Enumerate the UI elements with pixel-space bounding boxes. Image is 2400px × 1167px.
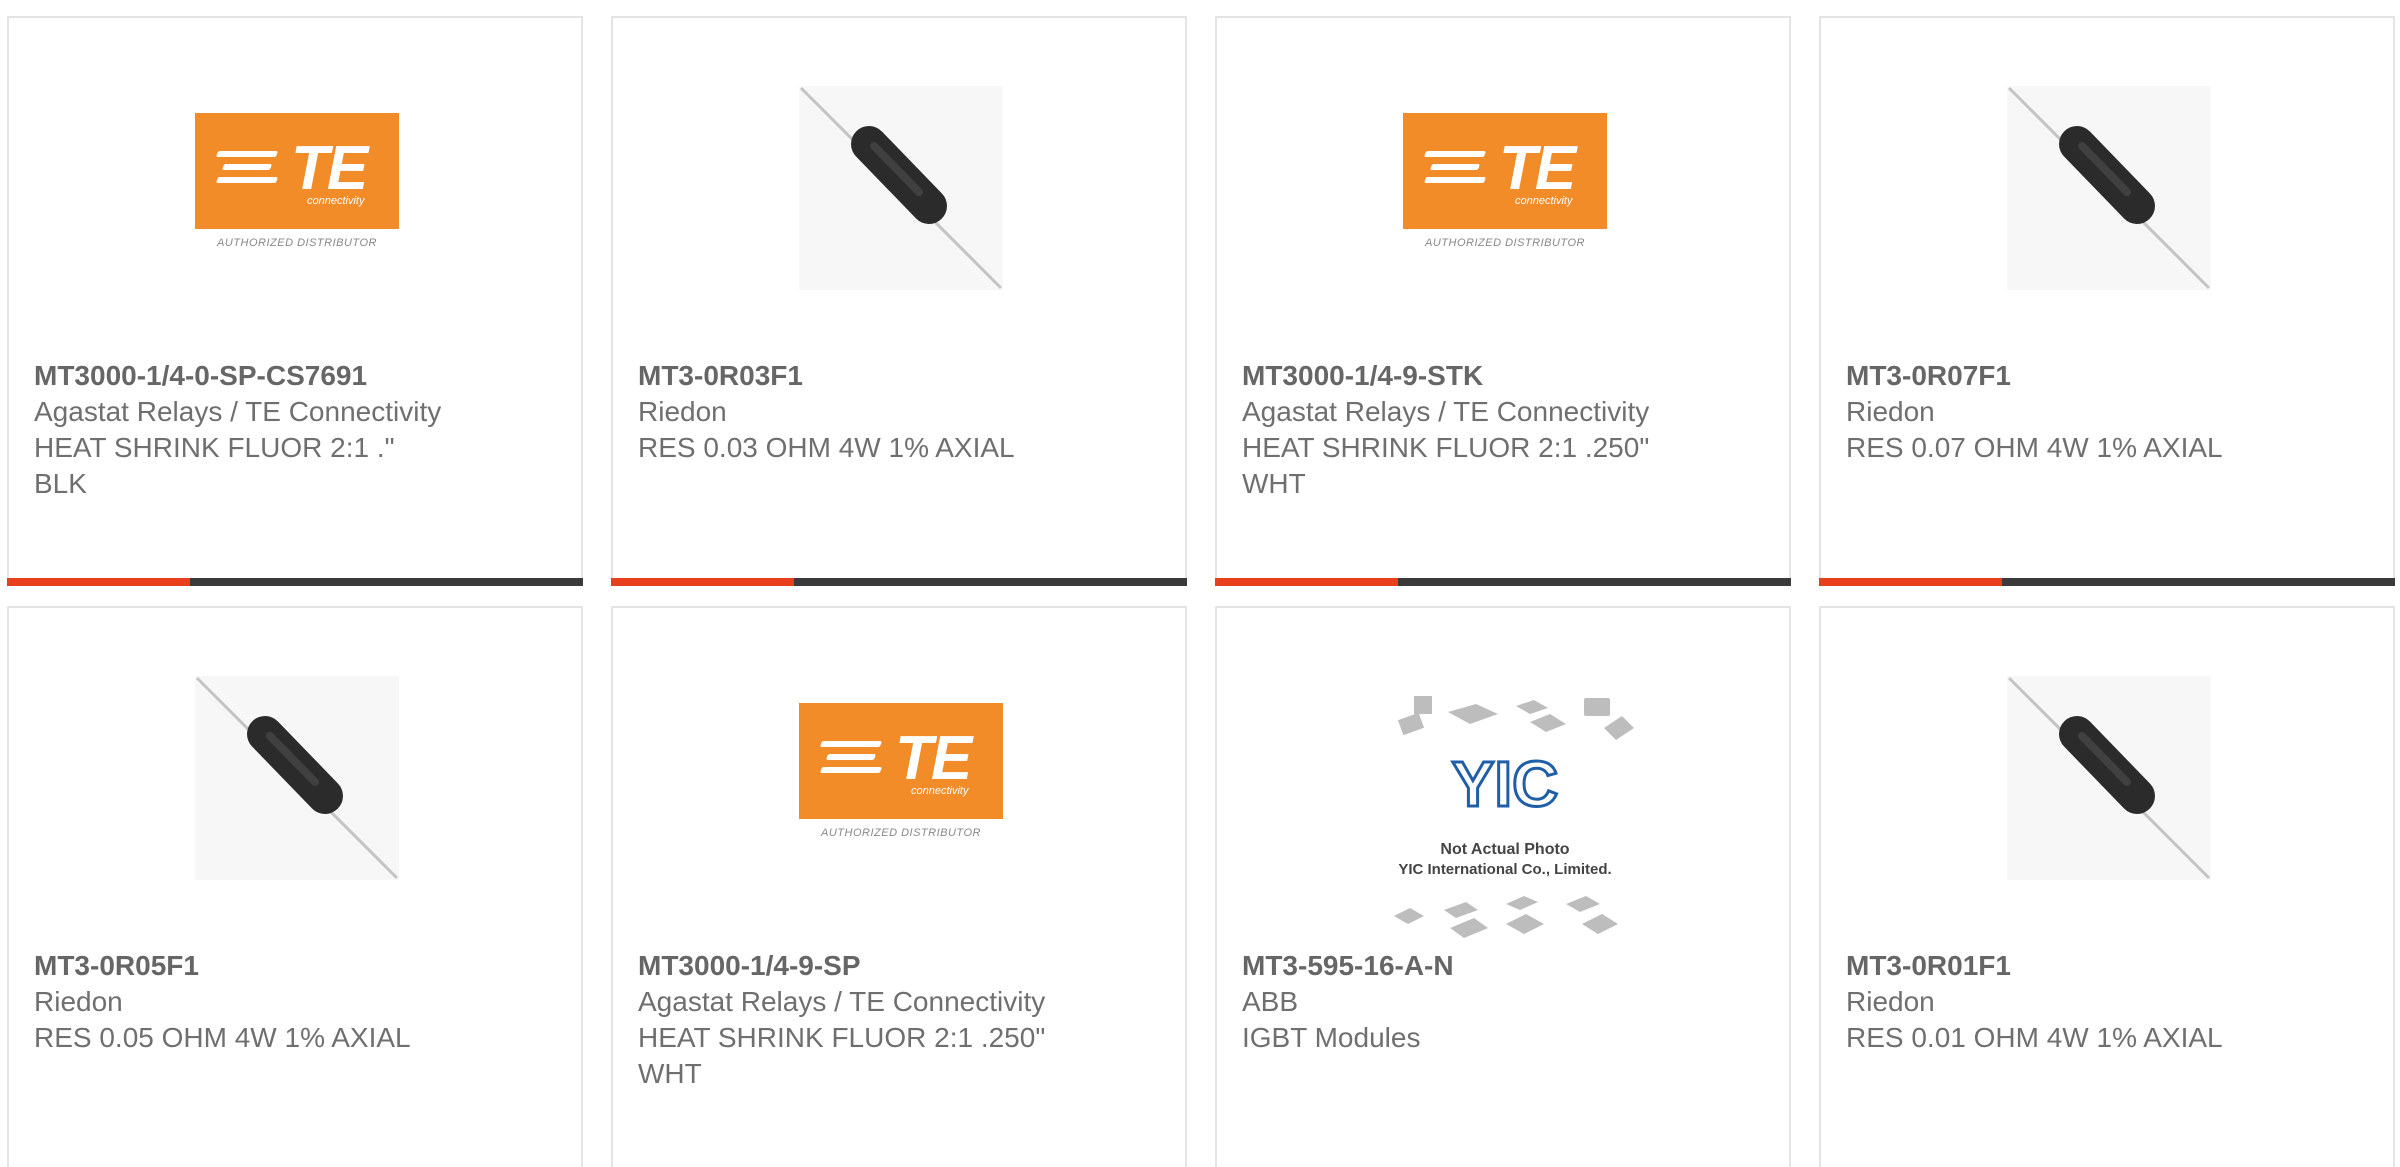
product-card[interactable]: YIC Not Actual Photo YIC International C… — [1215, 606, 1791, 1167]
part-number[interactable]: MT3-0R03F1 — [638, 358, 1165, 394]
product-card[interactable]: MT3-0R01F1 Riedon RES 0.01 OHM 4W 1% AXI… — [1819, 606, 2395, 1167]
axial-resistor-icon — [2007, 86, 2211, 290]
description: HEAT SHRINK FLUOR 2:1 .250" WHT — [1242, 432, 1650, 499]
part-number[interactable]: MT3-595-16-A-N — [1242, 948, 1769, 984]
te-connectivity-logo: TE connectivity AUTHORIZED DISTRIBUTOR — [195, 113, 399, 263]
description: HEAT SHRINK FLUOR 2:1 .250" WHT — [638, 1022, 1046, 1089]
svg-text:Not Actual Photo: Not Actual Photo — [1440, 841, 1569, 858]
manufacturer: Agastat Relays / TE Connectivity — [638, 986, 1046, 1017]
product-image — [799, 86, 1003, 290]
card-progress-bar — [1215, 578, 1791, 586]
card-progress-bar — [7, 578, 583, 586]
product-card[interactable]: TE connectivity AUTHORIZED DISTRIBUTOR M… — [7, 16, 583, 586]
description: RES 0.05 OHM 4W 1% AXIAL — [34, 1022, 411, 1053]
product-image — [195, 676, 399, 880]
manufacturer: Agastat Relays / TE Connectivity — [34, 396, 442, 427]
te-connectivity-logo: TE connectivity AUTHORIZED DISTRIBUTOR — [799, 703, 1003, 853]
product-grid: TE connectivity AUTHORIZED DISTRIBUTOR M… — [0, 0, 2400, 1167]
product-card[interactable]: TE connectivity AUTHORIZED DISTRIBUTOR M… — [611, 606, 1187, 1167]
yic-placeholder-image: YIC Not Actual Photo YIC International C… — [1394, 696, 1634, 938]
product-card[interactable]: MT3-0R05F1 Riedon RES 0.05 OHM 4W 1% AXI… — [7, 606, 583, 1167]
part-number[interactable]: MT3000-1/4-9-STK — [1242, 358, 1769, 394]
product-image: TE connectivity AUTHORIZED DISTRIBUTOR — [195, 86, 399, 290]
svg-text:YIC International Co., Limited: YIC International Co., Limited. — [1398, 861, 1611, 878]
card-progress-bar — [1819, 578, 2395, 586]
te-connectivity-logo: TE connectivity AUTHORIZED DISTRIBUTOR — [1403, 113, 1607, 263]
axial-resistor-icon — [799, 86, 1003, 290]
description: HEAT SHRINK FLUOR 2:1 ." BLK — [34, 432, 395, 499]
svg-text:YIC: YIC — [1452, 748, 1559, 820]
product-image: YIC Not Actual Photo YIC International C… — [1370, 688, 1640, 948]
part-number[interactable]: MT3-0R05F1 — [34, 948, 561, 984]
manufacturer: Riedon — [34, 986, 123, 1017]
manufacturer: Agastat Relays / TE Connectivity — [1242, 396, 1650, 427]
product-image — [2007, 86, 2211, 290]
product-card[interactable]: TE connectivity AUTHORIZED DISTRIBUTOR M… — [1215, 16, 1791, 586]
part-number[interactable]: MT3000-1/4-9-SP — [638, 948, 1165, 984]
product-image — [2007, 676, 2211, 880]
axial-resistor-icon — [195, 676, 399, 880]
description: IGBT Modules — [1242, 1022, 1421, 1053]
part-number[interactable]: MT3-0R07F1 — [1846, 358, 2373, 394]
manufacturer: Riedon — [638, 396, 727, 427]
part-number[interactable]: MT3-0R01F1 — [1846, 948, 2373, 984]
manufacturer: ABB — [1242, 986, 1299, 1017]
part-number[interactable]: MT3000-1/4-0-SP-CS7691 — [34, 358, 561, 394]
description: RES 0.03 OHM 4W 1% AXIAL — [638, 432, 1015, 463]
product-card[interactable]: MT3-0R07F1 Riedon RES 0.07 OHM 4W 1% AXI… — [1819, 16, 2395, 586]
axial-resistor-icon — [2007, 676, 2211, 880]
product-card[interactable]: MT3-0R03F1 Riedon RES 0.03 OHM 4W 1% AXI… — [611, 16, 1187, 586]
card-progress-bar — [611, 578, 1187, 586]
manufacturer: Riedon — [1846, 396, 1935, 427]
manufacturer: Riedon — [1846, 986, 1935, 1017]
description: RES 0.07 OHM 4W 1% AXIAL — [1846, 432, 2223, 463]
description: RES 0.01 OHM 4W 1% AXIAL — [1846, 1022, 2223, 1053]
product-image: TE connectivity AUTHORIZED DISTRIBUTOR — [799, 676, 1003, 880]
product-image: TE connectivity AUTHORIZED DISTRIBUTOR — [1403, 86, 1607, 290]
